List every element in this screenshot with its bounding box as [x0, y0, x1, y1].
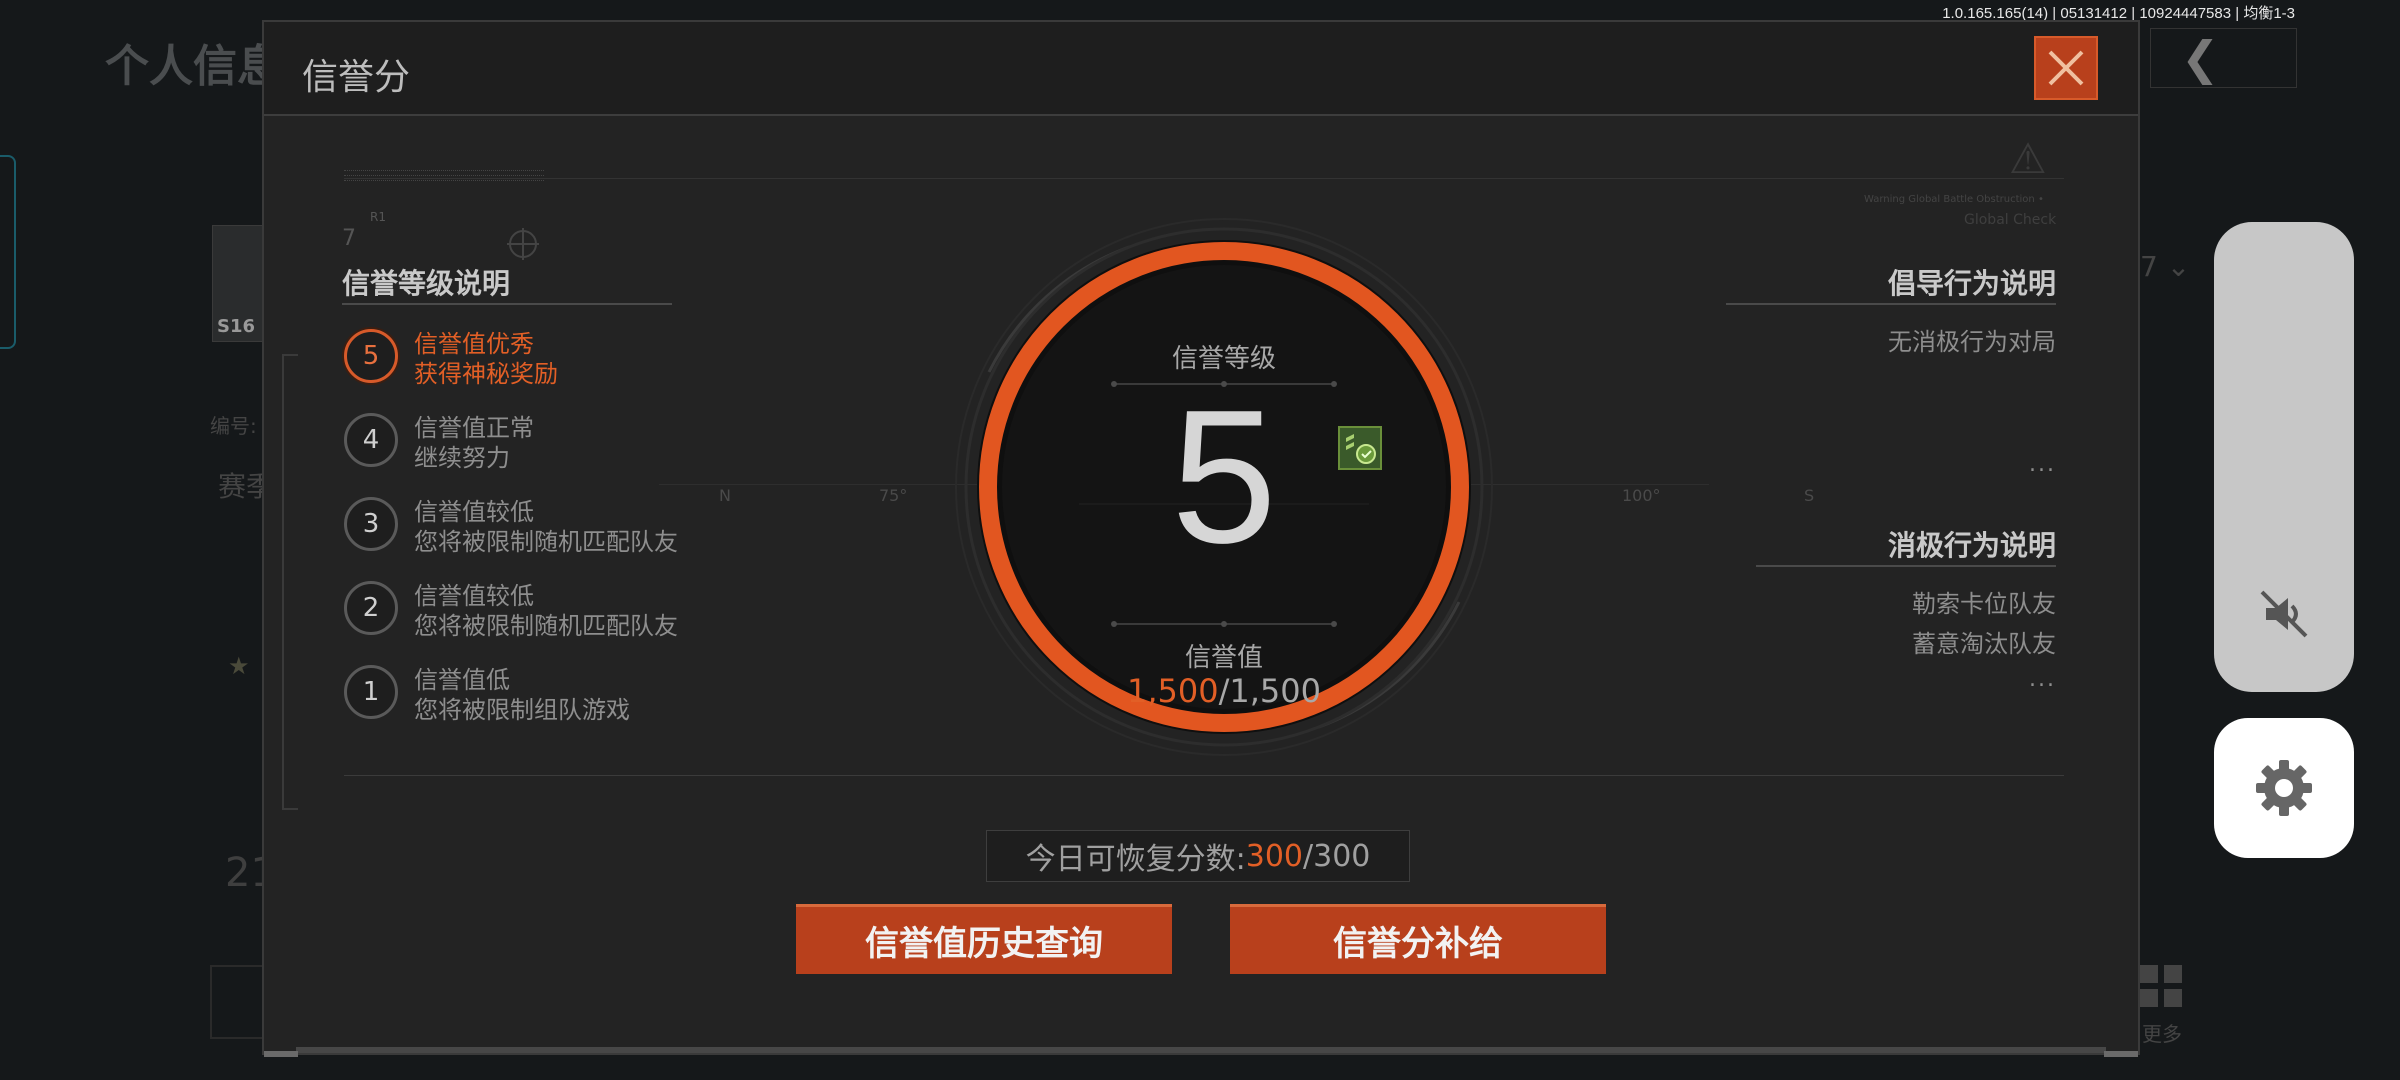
- decor-right-text2: Global Check: [1964, 212, 2057, 228]
- level-item-4: 4 信誉值正常 继续努力: [344, 406, 764, 478]
- guide-behavior-more[interactable]: ...: [2029, 452, 2056, 477]
- compass-s-label: S: [1804, 486, 1815, 505]
- guide-behavior-item: 无消极行为对局: [1888, 328, 2056, 356]
- background-id-label: 编号:: [210, 414, 257, 438]
- credit-level-underline: [342, 303, 672, 305]
- level-badge: 4: [344, 413, 398, 467]
- modal-corner-right: [2104, 1051, 2138, 1057]
- grid-icon[interactable]: [2140, 965, 2184, 1009]
- decor-line: [344, 178, 2064, 179]
- background-back-button[interactable]: ❮: [2150, 28, 2297, 88]
- avatar-label: S16: [217, 316, 256, 337]
- close-button[interactable]: [2034, 36, 2098, 100]
- dropdown-value: 7: [2140, 250, 2158, 283]
- background-dropdown[interactable]: 7 ⌄: [2140, 250, 2200, 315]
- decor-seven: 7: [342, 226, 356, 251]
- chevron-down-icon: ⌄: [2166, 250, 2191, 283]
- level-badge: 1: [344, 665, 398, 719]
- gear-icon: [2256, 760, 2312, 816]
- negative-behavior-item: 蓄意淘汰队友: [1912, 630, 2056, 658]
- volume-muted-icon[interactable]: [2252, 582, 2316, 646]
- negative-behavior-title: 消极行为说明: [1887, 529, 2056, 562]
- level-badge: 2: [344, 581, 398, 635]
- level-badge: 5: [344, 329, 398, 383]
- credit-score-value: 1,500/1,500: [949, 672, 1499, 710]
- credit-level-title: 信誉等级说明: [342, 267, 511, 300]
- rank-badge-icon[interactable]: [1338, 426, 1382, 470]
- decor-r1: R1: [370, 210, 386, 224]
- credit-gauge: 信誉等级 5 信誉值 1,500/1,500: [949, 212, 1499, 762]
- credit-supply-button[interactable]: 信誉分补给: [1230, 904, 1606, 974]
- decor-text: [344, 170, 544, 181]
- credit-score-max: /1,500: [1218, 672, 1321, 710]
- level-item-5: 5 信誉值优秀 获得神秘奖励: [344, 322, 764, 394]
- modal-bottom-border: [296, 1047, 2106, 1053]
- decor-right-text: Warning Global Battle Obstruction •: [1864, 194, 2044, 205]
- guide-behavior-underline: [1726, 303, 2056, 305]
- level-description: 您将被限制随机匹配队友: [414, 528, 678, 556]
- crosshair-icon: [507, 228, 539, 260]
- level-item-1: 1 信誉值低 您将被限制组队游戏: [344, 658, 764, 730]
- level-item-2: 2 信誉值较低 您将被限制随机匹配队友: [344, 574, 764, 646]
- settings-button[interactable]: [2214, 718, 2354, 858]
- close-icon: [2048, 50, 2084, 86]
- compass-100-label: 100°: [1622, 486, 1661, 505]
- negative-behavior-item: 勒索卡位队友: [1912, 590, 2056, 618]
- decor-bracket: [282, 354, 298, 810]
- level-badge: 3: [344, 497, 398, 551]
- daily-recover-label: 今日可恢复分数:: [1025, 842, 1246, 877]
- section-divider: [344, 775, 2064, 776]
- level-description: 获得神秘奖励: [414, 360, 558, 388]
- background-more-label: 更多: [2142, 1022, 2182, 1046]
- daily-recover-current: 300: [1245, 838, 1303, 874]
- star-icon: ★: [228, 652, 250, 680]
- credit-level-label: 信誉等级: [1171, 344, 1276, 374]
- level-description: 继续努力: [414, 444, 510, 472]
- guide-behavior-title: 倡导行为说明: [1887, 267, 2056, 300]
- background-page-title: 个人信息: [105, 41, 281, 92]
- credit-level-value: 5: [1171, 371, 1277, 583]
- modal-corner-left: [264, 1051, 298, 1057]
- level-description: 您将被限制随机匹配队友: [414, 612, 678, 640]
- volume-panel[interactable]: [2214, 222, 2354, 692]
- credit-score-modal: 信誉分 R1 7 ⚠ Warning Global Battle Obstruc…: [262, 20, 2140, 1057]
- chevron-left-icon: ❮: [2181, 31, 2220, 85]
- daily-recover-max: /300: [1303, 838, 1371, 874]
- credit-score-label: 信誉值: [1184, 643, 1263, 673]
- level-description: 您将被限制组队游戏: [414, 696, 630, 724]
- level-item-3: 3 信誉值较低 您将被限制随机匹配队友: [344, 490, 764, 562]
- negative-behavior-underline: [1756, 565, 2056, 567]
- credit-score-current: 1,500: [1127, 672, 1219, 710]
- background-left-tab[interactable]: [0, 155, 16, 349]
- modal-title: 信誉分: [302, 57, 411, 98]
- credit-history-button[interactable]: 信誉值历史查询: [796, 904, 1172, 974]
- warning-icon: ⚠: [2009, 134, 2047, 183]
- modal-header: 信誉分: [264, 22, 2138, 116]
- daily-recover-box: 今日可恢复分数: 300/300: [986, 830, 1410, 882]
- compass-75-label: 75°: [879, 486, 908, 505]
- negative-behavior-more[interactable]: ...: [2029, 667, 2056, 692]
